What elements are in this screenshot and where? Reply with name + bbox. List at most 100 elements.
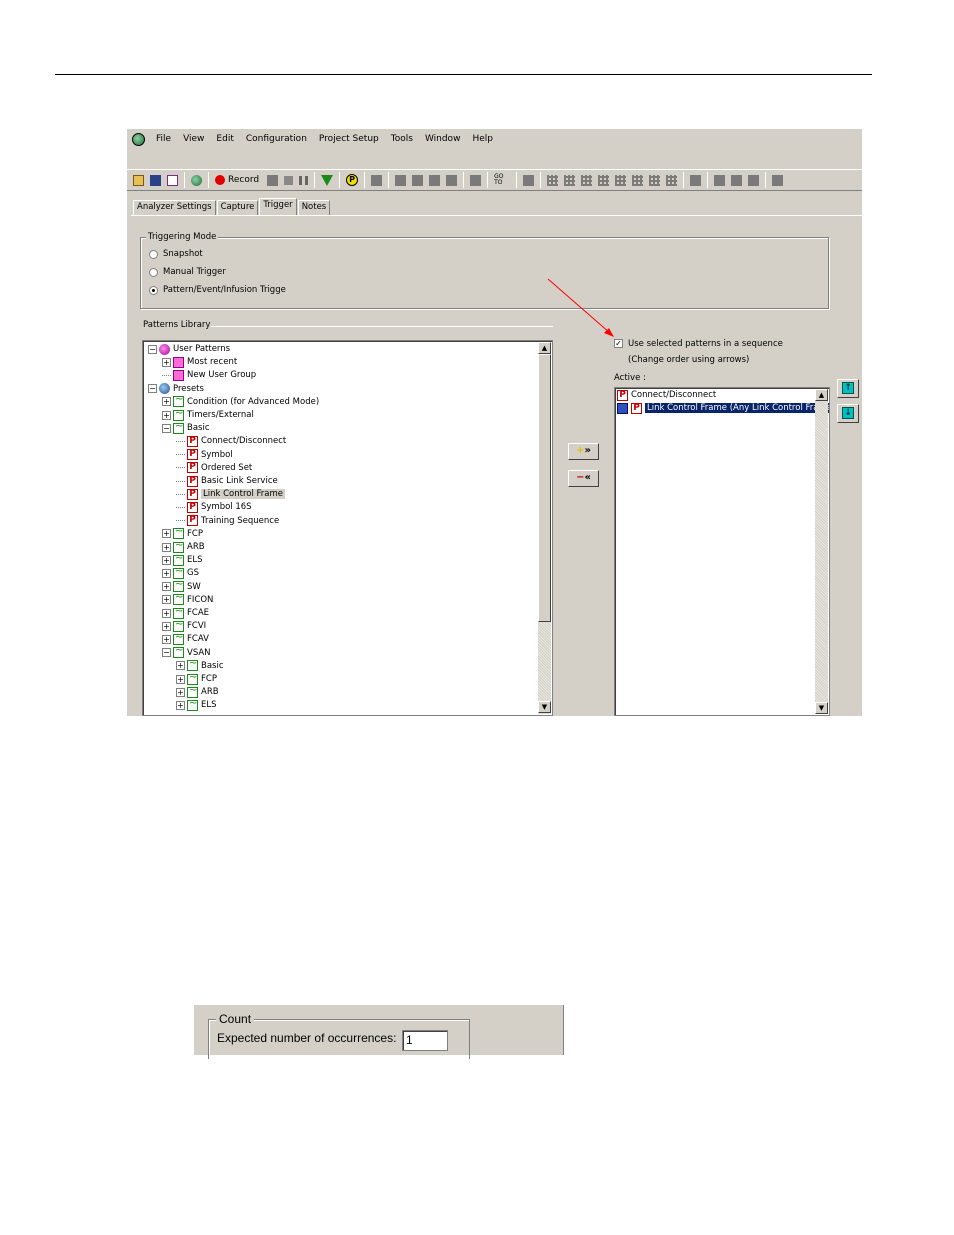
move-up-button[interactable]: ↑ [837,379,859,398]
expand-icon[interactable]: + [162,397,171,407]
zoom-out-icon[interactable] [731,174,743,186]
patterns-library-tree[interactable]: − User Patterns + Most recent New User Group… [142,340,553,716]
tab-capture[interactable]: Capture [216,200,259,215]
menu-edit[interactable]: Edit [216,134,233,144]
trigger-icon[interactable] [267,174,279,186]
tab-analyzer-settings[interactable]: Analyzer Settings [133,200,216,215]
collapse-icon[interactable]: − [148,384,157,394]
tree-item[interactable]: + Basic [176,658,224,672]
expand-icon[interactable]: + [162,621,171,631]
zoom-in-icon[interactable] [714,174,726,186]
scroll-up-button[interactable]: ▲ [815,389,828,401]
expand-icon[interactable]: + [176,674,185,684]
radio-circle[interactable] [149,249,158,259]
menu-file[interactable]: File [156,134,171,144]
radio-pattern-trigger[interactable]: Pattern/Event/Infusion Trigge [149,285,286,295]
tree-item[interactable]: + ARB [176,685,219,698]
tree-item[interactable]: + FICON [162,592,213,606]
tree-item[interactable]: P Link Control Frame [176,488,286,500]
stop-icon[interactable] [284,175,294,185]
tree-item[interactable]: P Connect/Disconnect [176,435,286,447]
expand-icon[interactable]: + [162,608,171,618]
tree-item[interactable]: + FCAV [162,632,209,645]
scroll-up-button[interactable]: ▲ [538,342,551,354]
menu-help[interactable]: Help [472,134,493,144]
expand-icon[interactable]: + [162,595,171,605]
split-view-icon[interactable] [632,174,644,186]
tree-item[interactable]: + FCVI [162,619,206,632]
tree-view-icon[interactable] [649,174,661,186]
tree-item[interactable]: P Ordered Set [176,462,252,474]
open-folder-icon[interactable] [133,174,144,186]
radio-circle[interactable] [149,267,158,277]
expand-icon[interactable]: + [162,542,171,552]
pause-icon[interactable] [299,175,309,185]
list-view-icon[interactable] [564,174,576,186]
active-item-link-control-frame[interactable]: P Link Control Frame (Any Link Control F… [617,402,829,414]
radio-circle-selected[interactable] [149,285,158,295]
binoculars-icon[interactable] [371,174,383,186]
record-icon[interactable] [215,175,225,185]
tree-item[interactable]: + ELS [176,698,217,711]
move-down-button[interactable]: ↓ [837,404,859,423]
tree-item[interactable]: + Most recent [162,356,237,368]
tree-item[interactable]: + ELS [162,553,203,566]
expand-icon[interactable]: + [162,582,171,592]
document-icon[interactable] [167,174,178,186]
expand-icon[interactable]: + [162,555,171,565]
filter-edit-icon[interactable] [412,174,424,186]
scroll-down-button[interactable]: ▼ [815,702,828,714]
panel-icon[interactable] [690,174,702,186]
copy-icon[interactable] [523,174,535,186]
tree-item[interactable]: P Training Sequence [176,515,279,527]
expand-icon[interactable]: + [162,410,171,420]
goto-button[interactable]: GO TO [494,174,508,186]
menu-view[interactable]: View [183,134,204,144]
radio-snapshot[interactable]: Snapshot [149,249,203,259]
pattern-p-icon[interactable]: P [346,174,359,186]
pan-icon[interactable] [748,174,760,186]
cut-icon[interactable] [429,174,441,186]
wrap-icon[interactable] [772,174,784,186]
expand-icon[interactable]: + [162,529,171,539]
menu-tools[interactable]: Tools [391,134,413,144]
collapse-icon[interactable]: − [162,423,171,433]
menu-project-setup[interactable]: Project Setup [319,134,379,144]
tree-item[interactable]: + FCP [162,526,203,540]
tree-item[interactable]: − Basic [162,421,210,434]
radio-manual-trigger[interactable]: Manual Trigger [149,267,226,277]
tree-item[interactable]: + SW [162,579,201,593]
tree-item[interactable]: New User Group [162,369,256,381]
tree-item[interactable]: − VSAN [162,645,211,659]
tree-item[interactable]: P Basic Link Service [176,475,278,487]
frame-view-icon[interactable] [615,174,627,186]
add-icon[interactable] [470,174,482,186]
remove-from-active-button[interactable]: −« [568,470,599,487]
tree-item[interactable]: + FCP [176,672,217,685]
table-view-icon[interactable] [598,174,610,186]
scroll-down-button[interactable]: ▼ [538,701,551,713]
tree-item[interactable]: + Condition (for Advanced Mode) [162,394,319,408]
expand-icon[interactable]: + [162,357,171,367]
record-button-label[interactable]: Record [228,175,259,185]
expand-icon[interactable]: + [176,687,185,697]
expected-occurrences-input[interactable]: 1 [402,1030,448,1051]
filter-icon[interactable] [395,174,407,186]
active-patterns-list[interactable]: P Connect/Disconnect P Link Control Fram… [614,387,830,716]
filter-green-icon[interactable] [321,174,334,186]
tree-scrollbar[interactable]: ▲ ▼ [538,342,551,714]
tab-trigger[interactable]: Trigger [259,198,297,215]
tree-item[interactable]: P Symbol 16S [176,501,252,513]
expand-icon[interactable] [446,174,458,186]
expand-icon[interactable]: + [162,634,171,644]
tree-item[interactable]: − Presets [148,383,204,395]
tree-item[interactable]: P Symbol [176,449,233,461]
app-globe-icon[interactable] [132,132,145,146]
scroll-thumb[interactable] [538,354,551,622]
collapse-icon[interactable]: − [162,648,171,658]
columns-view-icon[interactable] [581,174,593,186]
active-list-scrollbar[interactable]: ▲ ▼ [815,389,828,714]
expand-icon[interactable]: + [176,661,185,671]
add-to-active-button[interactable]: +» [568,443,599,460]
menu-window[interactable]: Window [425,134,461,144]
